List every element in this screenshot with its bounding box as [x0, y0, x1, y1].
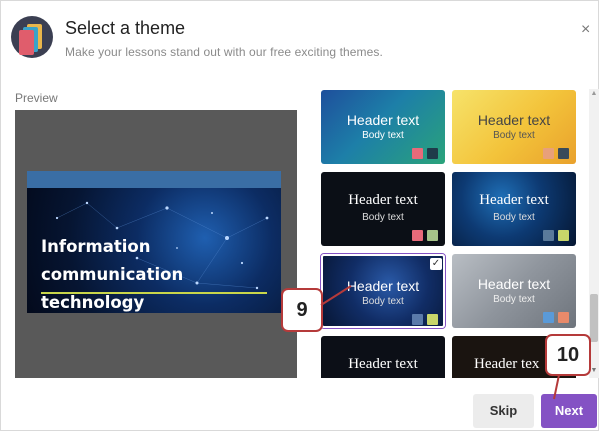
theme-card[interactable]: Header text Body text — [452, 172, 576, 246]
skip-button[interactable]: Skip — [473, 394, 534, 428]
theme-swatch — [558, 230, 569, 241]
theme-header-text: Header text — [346, 278, 420, 294]
theme-card[interactable]: Header text — [321, 336, 445, 378]
theme-card[interactable]: Header text Body text — [321, 90, 445, 164]
theme-swatch — [543, 148, 554, 159]
theme-body-text: Body text — [362, 296, 404, 307]
close-button[interactable]: × — [581, 22, 590, 38]
theme-card[interactable]: Header text Body text — [452, 254, 576, 328]
theme-swatch — [427, 230, 438, 241]
theme-body-text: Body text — [493, 294, 535, 305]
scroll-thumb[interactable] — [590, 294, 598, 342]
theme-header-text: Header text — [348, 356, 418, 372]
scroll-down-arrow-icon[interactable]: ▼ — [590, 366, 598, 376]
theme-swatch — [412, 230, 423, 241]
theme-header-text: Header text — [346, 112, 420, 128]
theme-card-selected[interactable]: Header text Body text ✓ — [321, 254, 445, 328]
next-button[interactable]: Next — [541, 394, 597, 428]
theme-body-text: Body text — [362, 212, 404, 223]
theme-swatch — [412, 314, 423, 325]
preview-accent-line — [41, 292, 267, 294]
theme-card[interactable]: Header text Body text — [321, 172, 445, 246]
theme-body-text: Body text — [493, 212, 535, 223]
theme-swatch — [412, 148, 423, 159]
preview-slide: Information communication technology — [27, 171, 281, 313]
dialog-subtitle: Make your lessons stand out with our fre… — [65, 45, 383, 59]
dialog-title: Select a theme — [65, 18, 186, 38]
preview-title-line-2: communication — [41, 265, 184, 284]
theme-grid-scrollbar[interactable]: ▲ ▼ — [589, 89, 599, 378]
checkmark-icon: ✓ — [430, 258, 442, 270]
theme-header-text: Header text — [477, 112, 551, 128]
theme-swatch — [543, 230, 554, 241]
theme-swatch — [427, 314, 438, 325]
callout-step-10: 10 — [545, 334, 591, 376]
preview-slide-header-bar — [27, 171, 281, 188]
theme-swatch — [427, 148, 438, 159]
scroll-up-arrow-icon[interactable]: ▲ — [590, 89, 598, 99]
preview-slide-title: Information communication technology — [41, 233, 183, 313]
theme-dialog: Select a theme Make your lessons stand o… — [0, 0, 599, 431]
preview-title-line-1: Information — [41, 237, 151, 256]
preview-label: Preview — [15, 91, 58, 105]
theme-swatch — [543, 312, 554, 323]
theme-swatch — [558, 312, 569, 323]
theme-body-text: Body text — [362, 130, 404, 141]
callout-step-9: 9 — [281, 288, 323, 332]
theme-header-text: Header text — [477, 276, 551, 292]
theme-header-text: Header text — [348, 192, 418, 208]
theme-card[interactable]: Header text Body text — [452, 90, 576, 164]
theme-swatch — [558, 148, 569, 159]
theme-header-text: Header text — [479, 192, 549, 208]
app-logo-icon — [11, 16, 53, 58]
theme-body-text: Body text — [493, 130, 535, 141]
